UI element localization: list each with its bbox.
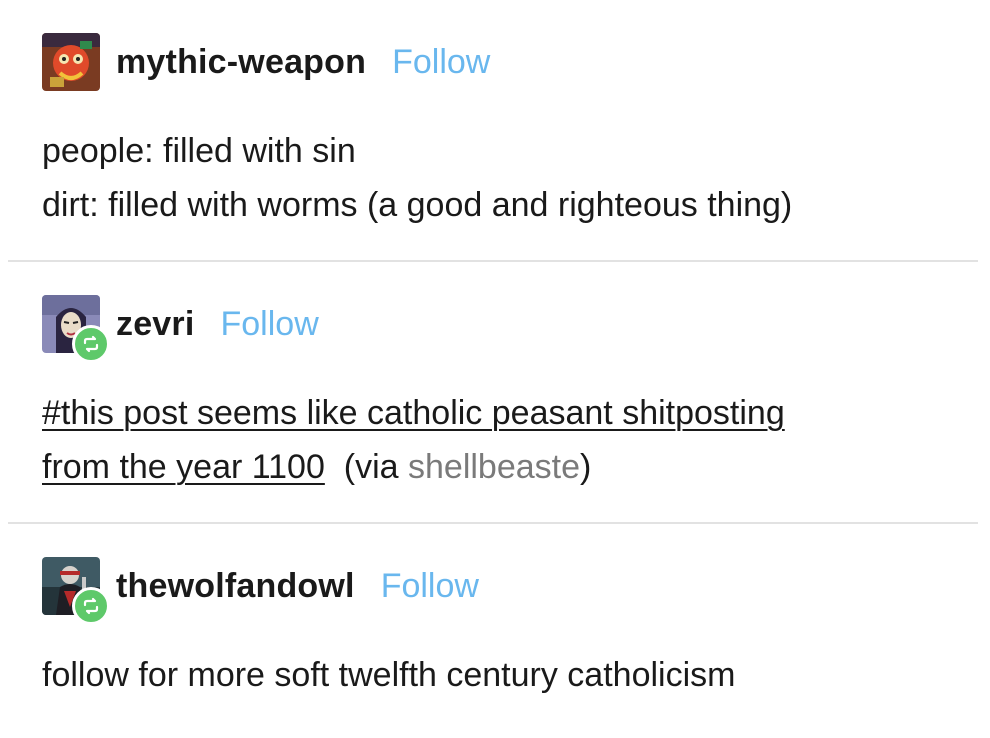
divider — [8, 260, 978, 262]
username[interactable]: zevri — [116, 305, 195, 344]
avatar[interactable] — [42, 557, 110, 625]
reblog-arrows-icon — [83, 335, 99, 353]
tag-link[interactable]: from the year 1100 — [42, 448, 325, 486]
mythic-weapon-avatar-icon — [42, 33, 100, 91]
post-line: follow for more soft twelfth century cat… — [42, 656, 736, 694]
reblog-badge-icon — [72, 587, 110, 625]
tag-link[interactable]: #this post seems like catholic peasant s… — [42, 394, 785, 432]
username[interactable]: thewolfandowl — [116, 567, 355, 606]
post-header: zevri Follow — [42, 294, 319, 363]
follow-button[interactable]: Follow — [221, 305, 319, 344]
post-header: mythic-weapon Follow — [42, 32, 490, 92]
follow-button[interactable]: Follow — [381, 567, 479, 606]
via-suffix: ) — [580, 448, 592, 486]
post-body: #this post seems like catholic peasant s… — [42, 386, 785, 494]
reblog-arrows-icon — [83, 597, 99, 615]
post-header: thewolfandowl Follow — [42, 556, 479, 625]
post-body: follow for more soft twelfth century cat… — [42, 648, 735, 702]
avatar[interactable] — [42, 295, 110, 363]
post-line: dirt: filled with worms (a good and righ… — [42, 186, 793, 224]
post-body: people: filled with sin dirt: filled wit… — [42, 124, 792, 232]
reblog-badge-icon — [72, 325, 110, 363]
via-prefix: (via — [343, 448, 408, 486]
post-line: people: filled with sin — [42, 132, 356, 170]
username[interactable]: mythic-weapon — [116, 43, 366, 82]
divider — [8, 522, 978, 524]
avatar[interactable] — [42, 33, 100, 91]
via-user-link[interactable]: shellbeaste — [408, 448, 580, 486]
follow-button[interactable]: Follow — [392, 43, 490, 82]
